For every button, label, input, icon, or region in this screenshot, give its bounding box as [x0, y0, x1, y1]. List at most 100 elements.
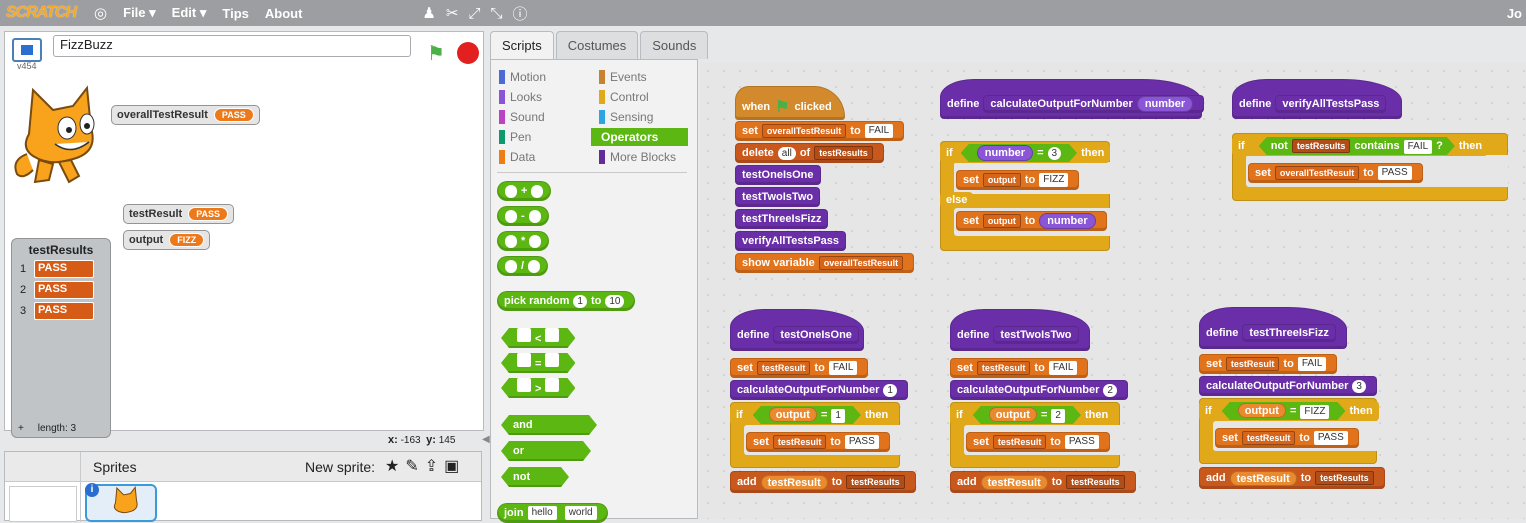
slot[interactable]	[528, 209, 541, 223]
call-verify-all-tests-pass-block[interactable]: verifyAllTestsPass	[735, 231, 847, 251]
cat-sprite-icon[interactable]	[9, 84, 105, 184]
value-input[interactable]: 3	[1048, 147, 1062, 160]
call-calculate-output-block[interactable]: calculateOutputForNumber 1	[730, 380, 908, 400]
add-to-list-block[interactable]: add testResult to testResults	[950, 471, 1136, 493]
stage-thumbnail[interactable]	[9, 486, 77, 522]
category-more-blocks[interactable]: More Blocks	[599, 148, 695, 166]
list-dropdown[interactable]: testResults	[1292, 139, 1351, 153]
variable-dropdown[interactable]: testResult	[992, 435, 1047, 449]
category-control[interactable]: Control	[599, 88, 695, 106]
set-variable-block[interactable]: set output to number	[956, 211, 1107, 231]
category-sensing[interactable]: Sensing	[599, 108, 695, 126]
variable-dropdown[interactable]: overallTestResult	[1274, 166, 1360, 180]
set-variable-block[interactable]: set testResult to PASS	[1215, 428, 1359, 448]
variable-reporter[interactable]: output	[1238, 403, 1286, 418]
monitor-output[interactable]: output FIZZ	[123, 230, 211, 250]
call-test-one-is-one-block[interactable]: testOneIsOne	[735, 165, 821, 185]
value-input[interactable]: FAIL	[828, 361, 858, 375]
slot[interactable]	[529, 234, 542, 248]
menu-edit[interactable]: Edit ▾	[172, 5, 207, 21]
fullscreen-button[interactable]	[12, 38, 42, 62]
variable-reporter[interactable]: testResult	[760, 474, 828, 490]
subtract-operator-block[interactable]: -	[497, 206, 549, 226]
variable-reporter[interactable]: testResult	[980, 474, 1048, 490]
value-input[interactable]: PASS	[1313, 431, 1348, 445]
sprite-library-icon[interactable]: ★	[385, 458, 405, 475]
camera-icon[interactable]: ▣	[444, 458, 465, 475]
value-input[interactable]: FIZZ	[1039, 173, 1069, 187]
shrink-icon[interactable]: ⤡	[490, 5, 502, 22]
value-input[interactable]: FAIL	[1048, 361, 1078, 375]
slot[interactable]	[545, 378, 559, 392]
from-input[interactable]: 1	[573, 294, 587, 308]
cut-icon[interactable]: ✂	[446, 4, 459, 22]
category-events[interactable]: Events	[599, 68, 695, 86]
equals-condition[interactable]: output = FIZZ	[1222, 402, 1346, 420]
variable-dropdown[interactable]: overallTestResult	[818, 256, 904, 270]
value-input[interactable]: PASS	[1377, 166, 1412, 180]
variable-dropdown[interactable]: testResult	[1225, 357, 1280, 371]
tab-costumes[interactable]: Costumes	[555, 31, 639, 59]
or-block[interactable]: or	[501, 441, 591, 461]
slot[interactable]	[505, 234, 517, 248]
define-test-two-is-two-block[interactable]: define testTwoIsTwo	[950, 309, 1090, 351]
set-variable-block[interactable]: set testResult to PASS	[966, 432, 1110, 452]
call-test-three-is-fizz-block[interactable]: testThreeIsFizz	[735, 209, 829, 229]
add-to-list-block[interactable]: add testResult to testResults	[730, 471, 916, 493]
value-input[interactable]: FIZZ	[1300, 405, 1329, 419]
slot[interactable]	[505, 209, 517, 223]
help-icon[interactable]: ⓘ	[512, 3, 527, 24]
slot[interactable]	[545, 328, 559, 342]
equals-condition[interactable]: number = 3	[961, 144, 1077, 162]
list-dropdown[interactable]: testResults	[1066, 475, 1125, 489]
category-looks[interactable]: Looks	[499, 88, 595, 106]
call-calculate-output-block[interactable]: calculateOutputForNumber 2	[950, 380, 1128, 400]
slot[interactable]	[528, 259, 541, 273]
list-value[interactable]: PASS	[34, 302, 94, 320]
menu-tips[interactable]: Tips	[222, 6, 249, 21]
parameter-reporter[interactable]: number	[977, 145, 1033, 161]
value-input[interactable]: PASS	[1064, 435, 1099, 449]
slot[interactable]	[545, 353, 559, 367]
variable-dropdown[interactable]: testResult	[1241, 431, 1296, 445]
show-variable-block[interactable]: show variable overallTestResult	[735, 253, 915, 273]
value-input[interactable]: 2	[1051, 409, 1065, 423]
call-test-two-is-two-block[interactable]: testTwoIsTwo	[735, 187, 821, 207]
define-verify-all-tests-pass-block[interactable]: define verifyAllTestsPass	[1232, 79, 1402, 119]
define-test-three-is-fizz-block[interactable]: define testThreeIsFizz	[1199, 307, 1347, 349]
list-item[interactable]: 3 PASS	[20, 302, 110, 320]
when-flag-clicked-block[interactable]: when ⚑ clicked	[735, 86, 845, 120]
menu-about[interactable]: About	[265, 6, 303, 21]
list-monitor-test-results[interactable]: testResults 1 PASS 2 PASS 3 PASS + length: …	[11, 238, 111, 438]
number-input[interactable]: 2	[1103, 383, 1117, 397]
monitor-overall-test-result[interactable]: overallTestResult PASS	[111, 105, 260, 125]
define-calculate-output-block[interactable]: define calculateOutputForNumber number	[940, 79, 1205, 119]
parameter-reporter[interactable]: number	[1136, 96, 1194, 112]
stop-sign-icon[interactable]	[457, 42, 479, 64]
join-input-1[interactable]: hello	[527, 506, 557, 520]
category-data[interactable]: Data	[499, 148, 595, 166]
not-block[interactable]: not	[501, 467, 569, 487]
paint-brush-icon[interactable]: ✎	[405, 458, 424, 475]
join-input-2[interactable]: world	[564, 506, 597, 520]
equals-condition[interactable]: output = 2	[973, 406, 1081, 424]
set-variable-block[interactable]: set testResult to FAIL	[1199, 354, 1338, 374]
list-item[interactable]: 1 PASS	[20, 260, 110, 278]
set-variable-block[interactable]: set testResult to FAIL	[730, 358, 869, 378]
variable-dropdown[interactable]: overallTestResult	[761, 124, 847, 138]
slot[interactable]	[517, 353, 531, 367]
slot[interactable]	[531, 184, 544, 198]
tab-sounds[interactable]: Sounds	[640, 31, 709, 59]
list-item[interactable]: 2 PASS	[20, 281, 110, 299]
set-variable-block[interactable]: set testResult to FAIL	[950, 358, 1089, 378]
list-value[interactable]: PASS	[34, 281, 94, 299]
value-input[interactable]: FAIL	[1297, 357, 1327, 371]
grow-icon[interactable]: ⤢	[468, 5, 480, 22]
variable-dropdown[interactable]: output	[982, 214, 1021, 228]
menu-file[interactable]: File ▾	[123, 5, 156, 21]
set-variable-block[interactable]: set overallTestResult to PASS	[1248, 163, 1423, 183]
slot[interactable]	[517, 328, 531, 342]
category-operators[interactable]: Operators	[591, 128, 688, 146]
list-dropdown[interactable]: testResults	[814, 146, 873, 160]
divide-operator-block[interactable]: /	[497, 256, 549, 276]
